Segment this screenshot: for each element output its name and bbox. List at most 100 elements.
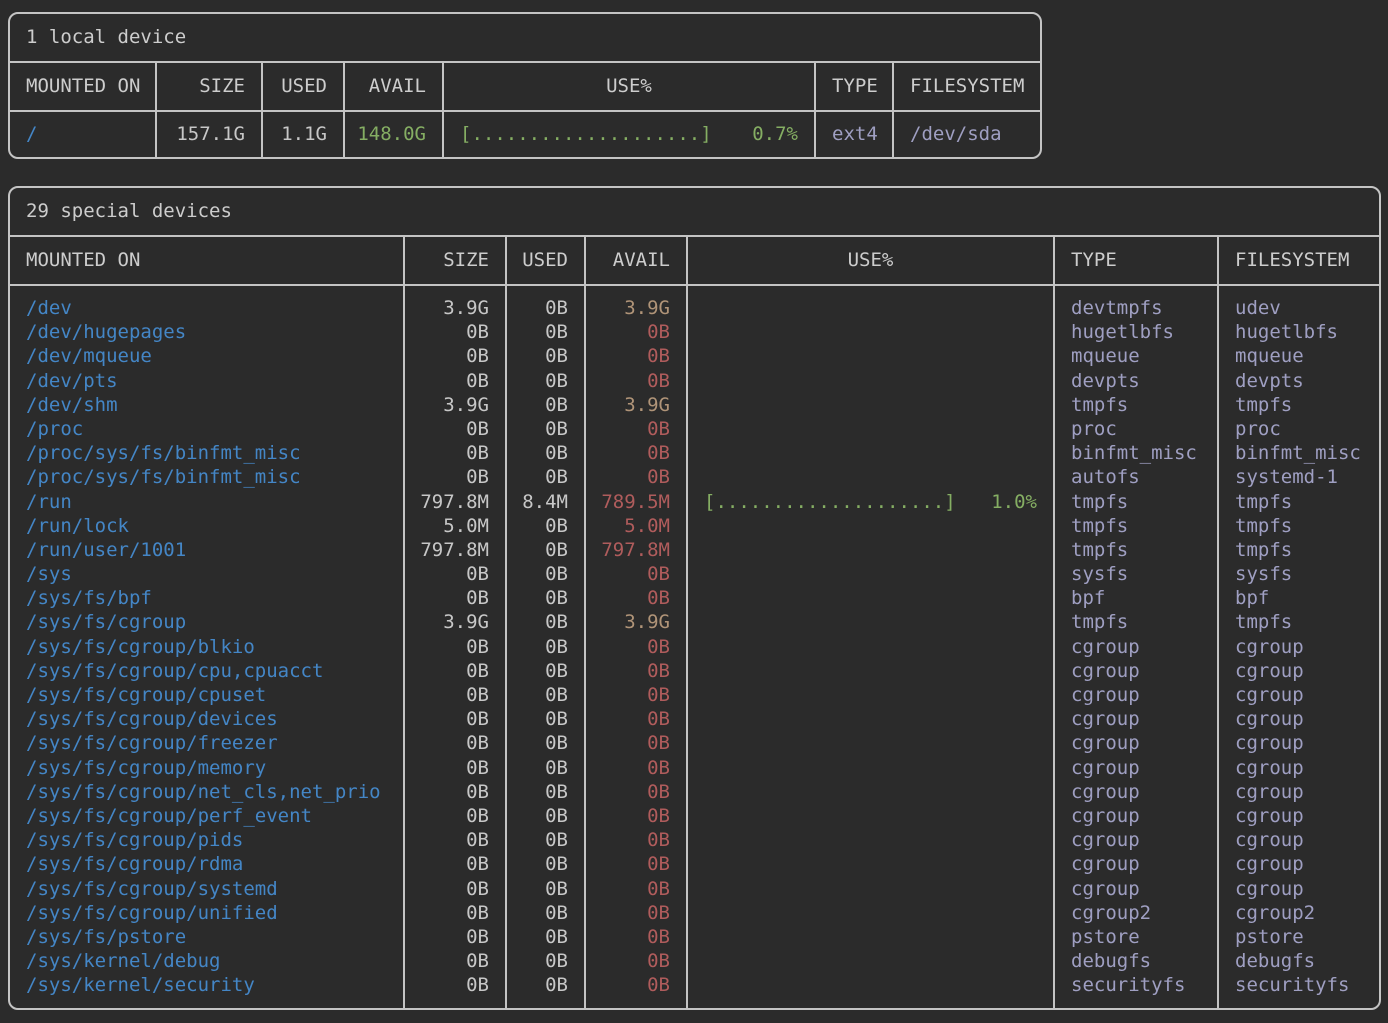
cell-size: 0B xyxy=(405,635,505,659)
cell-bar xyxy=(688,538,1053,562)
cell-size: 0B xyxy=(405,780,505,804)
cell-type: tmpfs xyxy=(1055,490,1217,514)
cell-type: autofs xyxy=(1055,465,1217,489)
cell-mount: /sys/fs/bpf xyxy=(10,586,403,610)
cell-avail: 0B xyxy=(586,441,686,465)
cell-type: cgroup xyxy=(1055,635,1217,659)
cell-fs: cgroup xyxy=(1219,731,1379,755)
cell-type: securityfs xyxy=(1055,973,1217,997)
table-title: 29 special devices xyxy=(10,188,1379,237)
cell-mount: /sys/fs/cgroup/perf_event xyxy=(10,804,403,828)
cell-type: cgroup xyxy=(1055,707,1217,731)
column-header-type: TYPE xyxy=(816,63,894,110)
table-header: MOUNTED ONSIZEUSEDAVAILUSE%TYPEFILESYSTE… xyxy=(10,237,1379,286)
cell-avail: 0B xyxy=(586,683,686,707)
cell-bar xyxy=(688,877,1053,901)
cell-avail: 148.0G xyxy=(345,122,442,146)
cell-size: 0B xyxy=(405,901,505,925)
cell-used: 0B xyxy=(507,465,584,489)
cell-type: cgroup xyxy=(1055,877,1217,901)
cell-bar xyxy=(688,683,1053,707)
cell-bar xyxy=(688,369,1053,393)
cell-avail: 3.9G xyxy=(586,296,686,320)
cell-mount: /sys/fs/cgroup/memory xyxy=(10,756,403,780)
cell-fs: debugfs xyxy=(1219,949,1379,973)
cell-type: sysfs xyxy=(1055,562,1217,586)
column-header-size: SIZE xyxy=(405,237,507,284)
cell-bar xyxy=(688,949,1053,973)
cell-mount: /proc/sys/fs/binfmt_misc xyxy=(10,441,403,465)
cell-avail: 0B xyxy=(586,925,686,949)
cell-fs: hugetlbfs xyxy=(1219,320,1379,344)
cell-mount: /sys/fs/cgroup/net_cls,net_prio xyxy=(10,780,403,804)
cell-mount: /sys/fs/cgroup/pids xyxy=(10,828,403,852)
cell-type: cgroup xyxy=(1055,731,1217,755)
cell-type: tmpfs xyxy=(1055,393,1217,417)
cell-size: 0B xyxy=(405,731,505,755)
cell-size: 0B xyxy=(405,344,505,368)
cell-type: devpts xyxy=(1055,369,1217,393)
cell-used: 0B xyxy=(507,417,584,441)
cell-mount: /sys/fs/cgroup/cpuset xyxy=(10,683,403,707)
cell-used: 0B xyxy=(507,707,584,731)
cell-avail: 0B xyxy=(586,828,686,852)
column-header-used: USED xyxy=(263,63,345,110)
cell-bar xyxy=(688,320,1053,344)
column-header-type: TYPE xyxy=(1055,237,1219,284)
cell-avail: 3.9G xyxy=(586,610,686,634)
column-header-avail: AVAIL xyxy=(345,63,444,110)
cell-mount: /sys/fs/pstore xyxy=(10,925,403,949)
cell-fs: pstore xyxy=(1219,925,1379,949)
cell-size: 3.9G xyxy=(405,610,505,634)
cell-type: tmpfs xyxy=(1055,610,1217,634)
local-devices-table: 1 local device MOUNTED ONSIZEUSEDAVAILUS… xyxy=(8,12,1042,159)
cell-fs: cgroup xyxy=(1219,707,1379,731)
cell-type: cgroup xyxy=(1055,780,1217,804)
cell-mount: /sys/fs/cgroup/unified xyxy=(10,901,403,925)
cell-bar xyxy=(688,296,1053,320)
cell-size: 157.1G xyxy=(157,122,261,146)
cell-mount: /sys/kernel/security xyxy=(10,973,403,997)
cell-size: 0B xyxy=(405,973,505,997)
cell-mount: /run xyxy=(10,490,403,514)
cell-mount: /run/lock xyxy=(10,514,403,538)
cell-size: 797.8M xyxy=(405,490,505,514)
column-header-avail: AVAIL xyxy=(586,237,688,284)
cell-bar xyxy=(688,344,1053,368)
cell-mount: /dev/shm xyxy=(10,393,403,417)
cell-mount: /run/user/1001 xyxy=(10,538,403,562)
cell-avail: 0B xyxy=(586,465,686,489)
cell-bar xyxy=(688,610,1053,634)
column-avail: 148.0G xyxy=(345,112,444,157)
cell-avail: 0B xyxy=(586,344,686,368)
cell-fs: securityfs xyxy=(1219,973,1379,997)
usage-bar: [....................] xyxy=(704,490,956,514)
cell-used: 0B xyxy=(507,586,584,610)
table-title: 1 local device xyxy=(10,14,1040,63)
cell-fs: sysfs xyxy=(1219,562,1379,586)
column-header-fs: FILESYSTEM xyxy=(894,63,1040,110)
table-header: MOUNTED ONSIZEUSEDAVAILUSE%TYPEFILESYSTE… xyxy=(10,63,1040,112)
cell-bar xyxy=(688,393,1053,417)
cell-mount: /sys/fs/cgroup/freezer xyxy=(10,731,403,755)
column-header-mount: MOUNTED ON xyxy=(10,63,157,110)
cell-avail: 0B xyxy=(586,586,686,610)
cell-bar xyxy=(688,756,1053,780)
column-header-size: SIZE xyxy=(157,63,263,110)
cell-size: 0B xyxy=(405,877,505,901)
cell-used: 0B xyxy=(507,949,584,973)
column-fs: udevhugetlbfsmqueuedevptstmpfsprocbinfmt… xyxy=(1219,286,1379,1008)
cell-fs: cgroup2 xyxy=(1219,901,1379,925)
column-header-fs: FILESYSTEM xyxy=(1219,237,1379,284)
cell-fs: tmpfs xyxy=(1219,514,1379,538)
cell-type: tmpfs xyxy=(1055,514,1217,538)
cell-size: 0B xyxy=(405,320,505,344)
cell-type: ext4 xyxy=(816,122,892,146)
column-used: 1.1G xyxy=(263,112,345,157)
cell-used: 0B xyxy=(507,925,584,949)
cell-avail: 0B xyxy=(586,320,686,344)
cell-bar xyxy=(688,828,1053,852)
cell-bar xyxy=(688,852,1053,876)
cell-size: 0B xyxy=(405,441,505,465)
usage-percent: 1.0% xyxy=(991,490,1037,514)
